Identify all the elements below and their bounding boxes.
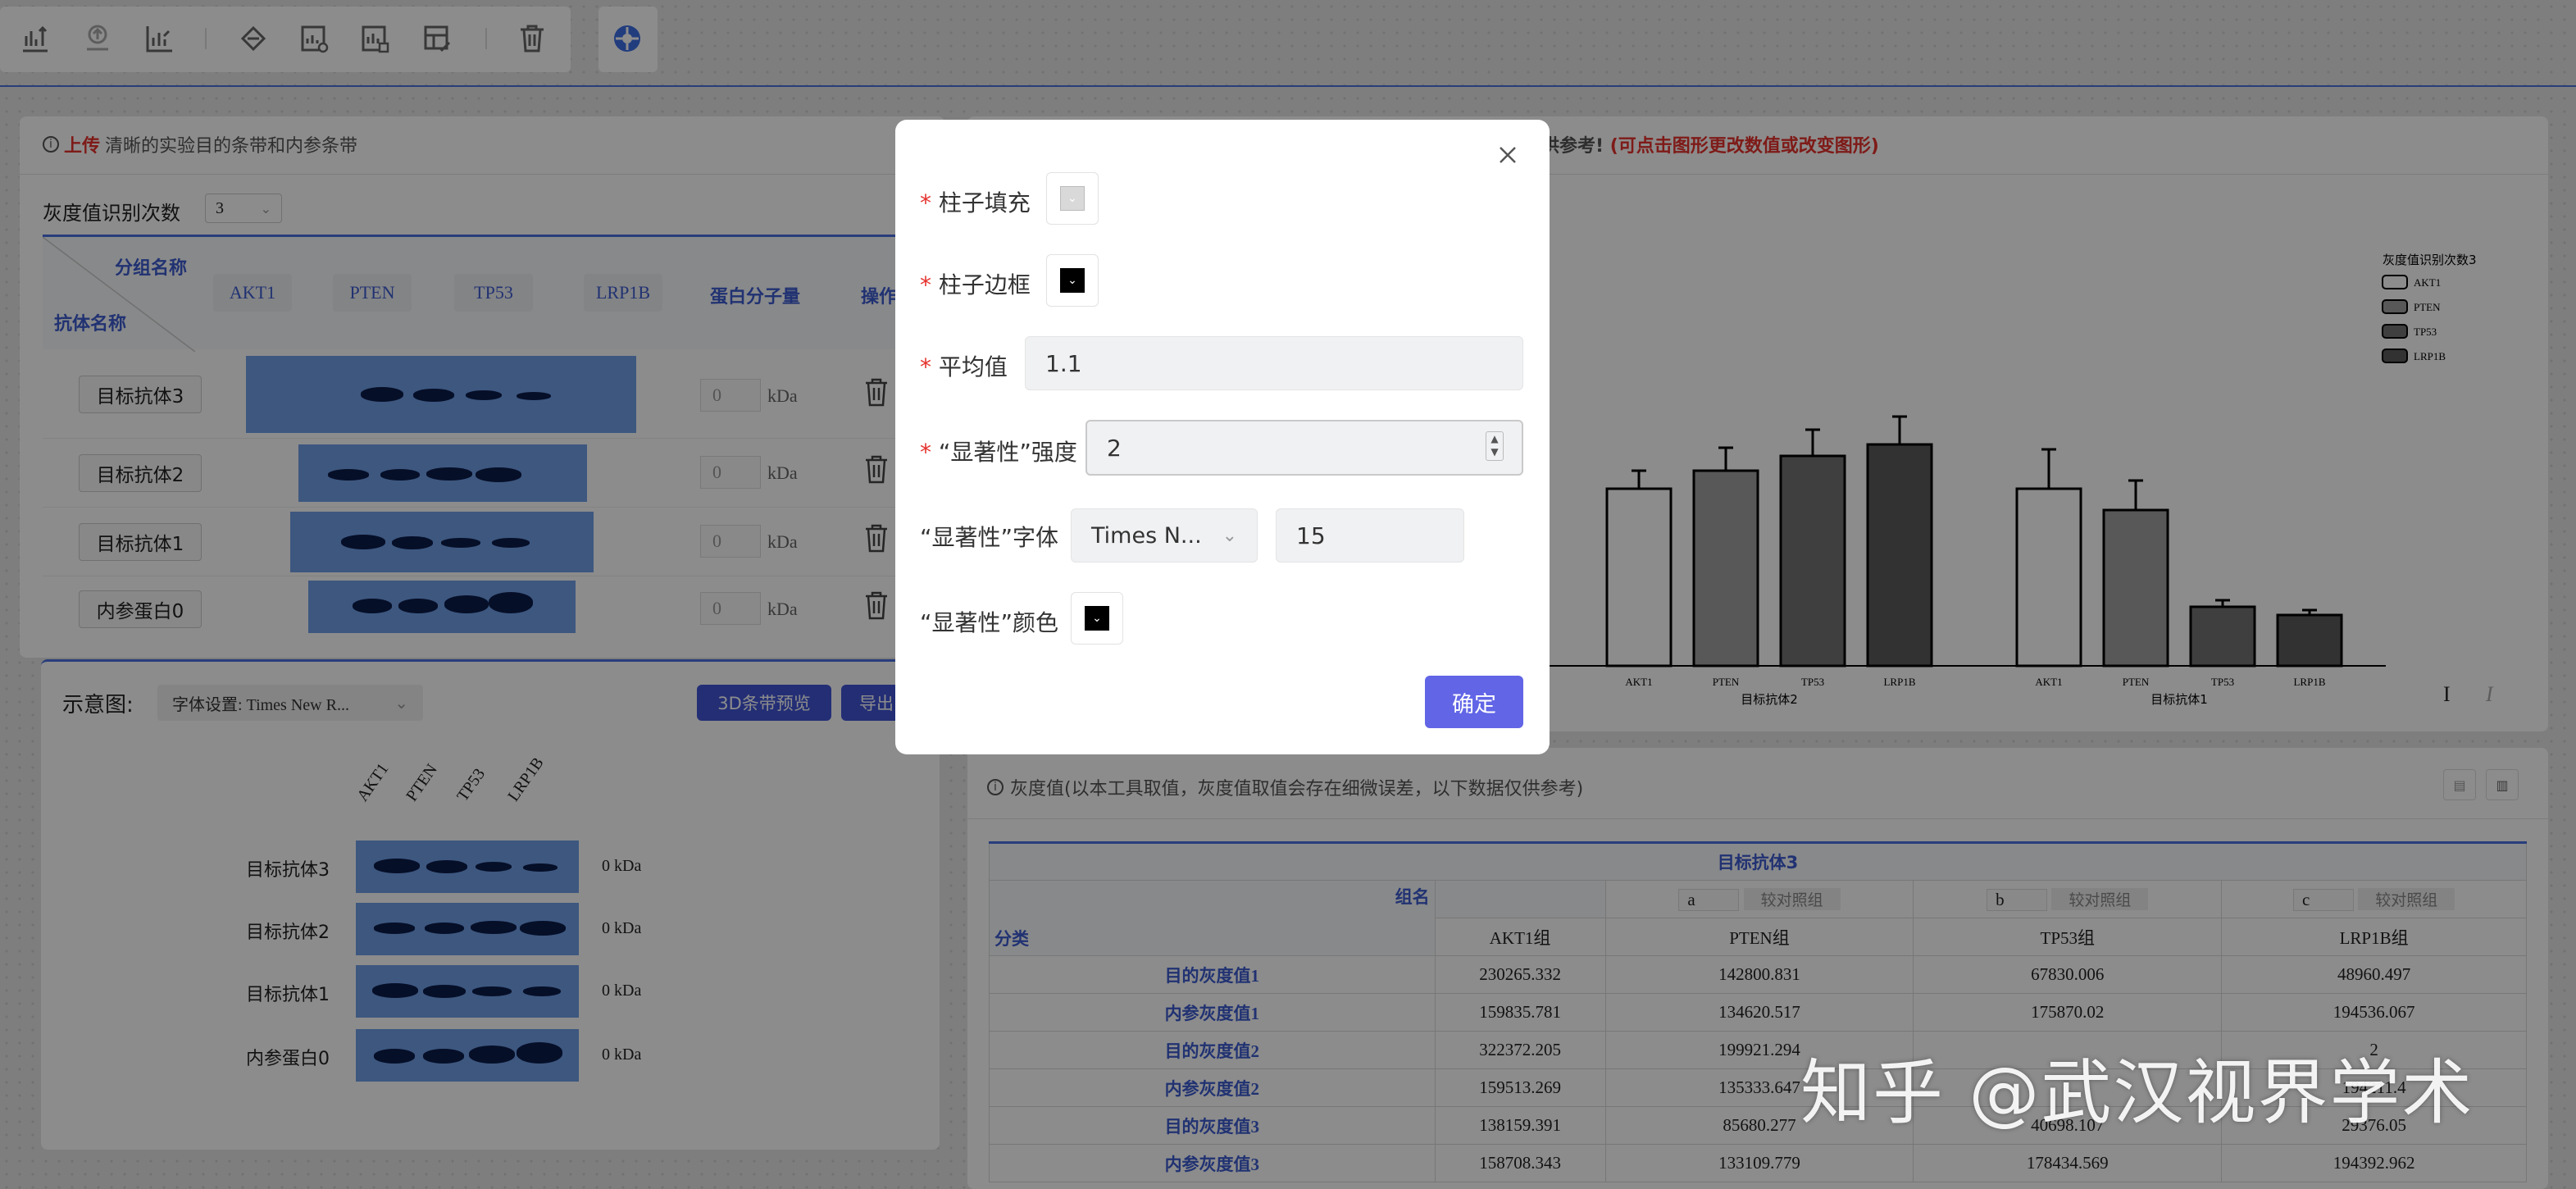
sig-strength-input[interactable]: 2 ▲ ▼ — [1085, 420, 1523, 476]
mean-label: * 平均值 — [920, 353, 1008, 380]
sig-strength-value: 2 — [1107, 434, 1122, 462]
fill-label: * 柱子填充 — [920, 189, 1031, 216]
sig-font-size-input[interactable]: 15 — [1276, 508, 1464, 563]
sig-font-select[interactable]: Times N... ⌄ — [1071, 508, 1258, 563]
fill-color-picker[interactable]: ⌄ — [1046, 172, 1099, 225]
sig-color-label: “显著性”颜色 — [920, 609, 1059, 636]
sig-color-picker[interactable]: ⌄ — [1071, 592, 1123, 645]
border-label: * 柱子边框 — [920, 271, 1031, 298]
mean-input[interactable]: 1.1 — [1025, 336, 1523, 390]
sig-color-swatch: ⌄ — [1085, 606, 1109, 631]
border-color-picker[interactable]: ⌄ — [1046, 254, 1099, 307]
confirm-button[interactable]: 确定 — [1425, 676, 1523, 728]
bar-style-dialog: * 柱子填充 ⌄ * 柱子边框 ⌄ * 平均值 1.1 * “显著性”强度 2 … — [895, 120, 1550, 754]
fill-swatch: ⌄ — [1060, 186, 1085, 211]
sig-strength-label: * “显著性”强度 — [920, 439, 1077, 466]
border-swatch: ⌄ — [1060, 268, 1085, 293]
stepper-icon[interactable]: ▲ ▼ — [1486, 431, 1504, 461]
chevron-down-icon: ⌄ — [1222, 525, 1237, 546]
watermark: 知乎 @武汉视界学术 — [1800, 1052, 2474, 1134]
close-icon[interactable] — [1494, 141, 1522, 169]
sig-font-label: “显著性”字体 — [920, 524, 1059, 551]
sig-font-value: Times N... — [1091, 522, 1202, 549]
